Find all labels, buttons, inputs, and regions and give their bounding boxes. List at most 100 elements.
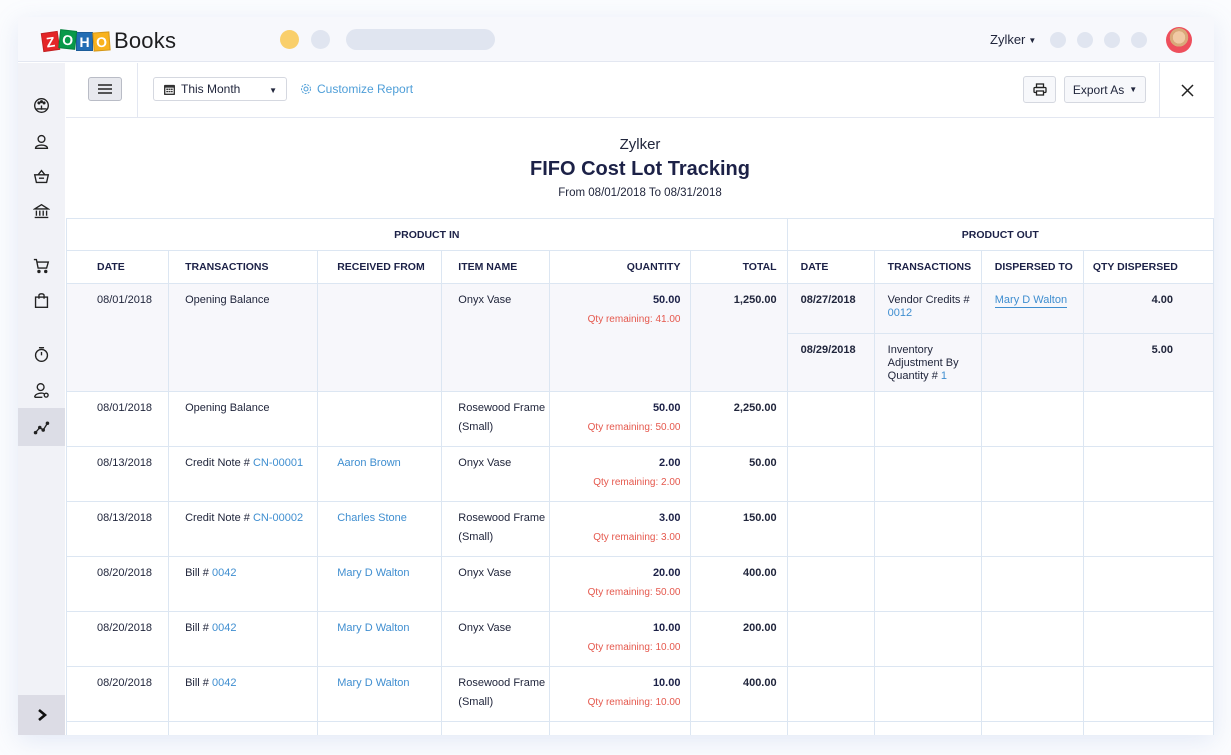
- sidebar-item-items[interactable]: [18, 158, 65, 194]
- table-row: 08/01/2018 Opening Balance Onyx Vase 50.…: [65, 283, 1214, 392]
- column-header-dispersed-to: Dispersed To: [980, 250, 1084, 284]
- cell-empty: [786, 721, 875, 735]
- cell-empty: [873, 611, 982, 667]
- cell-empty: [549, 721, 692, 735]
- menu-toggle-button[interactable]: [88, 77, 122, 101]
- cell-out-date: 08/27/2018: [786, 283, 875, 334]
- dispersed-to-link[interactable]: Mary D Walton: [994, 294, 1068, 308]
- transaction-type: Bill #: [185, 567, 209, 579]
- caret-down-icon: ▼: [1129, 85, 1138, 94]
- cell-empty: [1082, 556, 1214, 612]
- placeholder-dot[interactable]: [1131, 32, 1147, 48]
- cell-item-name: Rosewood Frame (Small): [441, 666, 551, 722]
- cell-total: 200.00: [690, 611, 788, 667]
- transaction-link[interactable]: 0042: [212, 622, 236, 634]
- cell-empty: [1082, 611, 1214, 667]
- received-from-link[interactable]: Aaron Brown: [337, 457, 401, 469]
- accountant-icon: [34, 382, 49, 398]
- cell-empty: [1082, 391, 1214, 447]
- cell-empty: [317, 721, 443, 735]
- organization-switcher[interactable]: Zylker ▼: [990, 32, 1036, 47]
- banking-icon: [33, 203, 50, 218]
- placeholder-dot[interactable]: [1077, 32, 1093, 48]
- received-from-link[interactable]: Mary D Walton: [337, 567, 409, 579]
- sidebar-item-dashboard[interactable]: [18, 87, 65, 123]
- brand-name: Books: [114, 28, 177, 53]
- column-header-total: Total: [690, 250, 788, 284]
- quantity-value: 50.00: [652, 294, 681, 306]
- column-header-transactions: Transactions: [168, 250, 319, 284]
- transaction-link[interactable]: 1: [941, 370, 947, 382]
- column-header-out-transactions: Transactions: [873, 250, 982, 284]
- sidebar-item-contacts[interactable]: [18, 123, 65, 159]
- cell-item-name: Onyx Vase: [441, 283, 551, 392]
- close-report-button[interactable]: [1176, 79, 1198, 101]
- sidebar-item-banking[interactable]: [18, 193, 65, 229]
- transaction-link[interactable]: CN-00002: [253, 512, 303, 524]
- received-from-link[interactable]: Charles Stone: [337, 512, 407, 524]
- zoho-logo-mark: Z O H O: [40, 28, 111, 52]
- transaction-link[interactable]: 0042: [212, 677, 236, 689]
- placeholder-dot[interactable]: [1050, 32, 1066, 48]
- print-button[interactable]: [1023, 76, 1056, 103]
- table-row: 08/20/2018 Bill # 0042 Mary D Walton Ony…: [65, 556, 1214, 612]
- item-variant: (Small): [458, 696, 494, 708]
- transaction-type: Bill #: [185, 622, 209, 634]
- search-bar-placeholder[interactable]: [346, 29, 495, 50]
- cell-empty: [873, 446, 982, 502]
- cell-empty: [873, 391, 982, 447]
- top-bar: Z O H O Books Zylker ▼: [18, 17, 1214, 62]
- qty-remaining: Qty remaining: 3.00: [593, 532, 681, 543]
- logo-letter: O: [92, 30, 111, 52]
- cell-empty: [980, 556, 1084, 612]
- customize-report-link[interactable]: Customize Report: [300, 82, 413, 96]
- sidebar-item-reports[interactable]: [18, 408, 65, 446]
- received-from-link[interactable]: Mary D Walton: [337, 622, 409, 634]
- cell-transaction: Opening Balance: [168, 283, 319, 392]
- sidebar-item-purchases[interactable]: [18, 282, 65, 318]
- transaction-link[interactable]: 0012: [888, 307, 912, 319]
- transaction-link[interactable]: CN-00001: [253, 457, 303, 469]
- received-from-link[interactable]: Mary D Walton: [337, 677, 409, 689]
- caret-down-icon: ▼: [1028, 36, 1037, 46]
- zoho-books-logo[interactable]: Z O H O Books: [40, 28, 177, 54]
- column-header-date: Date: [65, 250, 170, 284]
- placeholder-dot[interactable]: [311, 30, 330, 49]
- quantity-value: 2.00: [659, 457, 681, 469]
- cell-quantity: 3.00 Qty remaining: 3.00: [549, 501, 692, 557]
- qty-remaining: Qty remaining: 10.00: [587, 642, 681, 653]
- app-window: Z O H O Books Zylker ▼ This Month ▼ Cust…: [18, 17, 1214, 735]
- sales-cart-icon: [33, 258, 50, 273]
- sidebar-item-time-tracking[interactable]: [18, 336, 65, 372]
- cell-total: 400.00: [690, 666, 788, 722]
- cell-transaction: Credit Note # CN-00002: [168, 501, 319, 557]
- item-variant: (Small): [458, 531, 494, 543]
- expand-sidebar-button[interactable]: [18, 695, 65, 735]
- notification-dot-placeholder[interactable]: [280, 30, 299, 49]
- cell-dispersed-to: Mary D Walton: [980, 283, 1084, 334]
- cell-empty: [1082, 446, 1214, 502]
- cell-received-from: Mary D Walton: [317, 556, 443, 612]
- sidebar-item-accountant[interactable]: [18, 372, 65, 408]
- export-as-button[interactable]: Export As ▼: [1064, 76, 1146, 103]
- quantity-value: 10.00: [652, 677, 681, 689]
- cell-item-name: Rosewood Frame (Small): [441, 391, 551, 447]
- quantity-value: 20.00: [652, 567, 681, 579]
- column-header-qty-dispersed: Qty Dispersed: [1082, 250, 1214, 284]
- transaction-type: Inventory Adjustment By Quantity #: [887, 344, 959, 382]
- placeholder-dot[interactable]: [1104, 32, 1120, 48]
- close-icon: [1180, 83, 1194, 97]
- user-avatar[interactable]: [1166, 27, 1192, 53]
- cell-date: 08/13/2018: [65, 446, 170, 502]
- cell-empty: [1082, 666, 1214, 722]
- cell-empty: [786, 666, 875, 722]
- cell-date: 08/13/2018: [65, 501, 170, 557]
- cell-quantity: 2.00 Qty remaining: 2.00: [549, 446, 692, 502]
- column-header-item-name: Item Name: [441, 250, 551, 284]
- sidebar-item-sales[interactable]: [18, 247, 65, 283]
- transaction-link[interactable]: 0042: [212, 567, 236, 579]
- table-row: [65, 721, 1214, 735]
- cell-transaction: Bill # 0042: [168, 611, 319, 667]
- date-range-select[interactable]: This Month ▼: [153, 77, 287, 101]
- group-header-product-in: Product In: [66, 218, 788, 251]
